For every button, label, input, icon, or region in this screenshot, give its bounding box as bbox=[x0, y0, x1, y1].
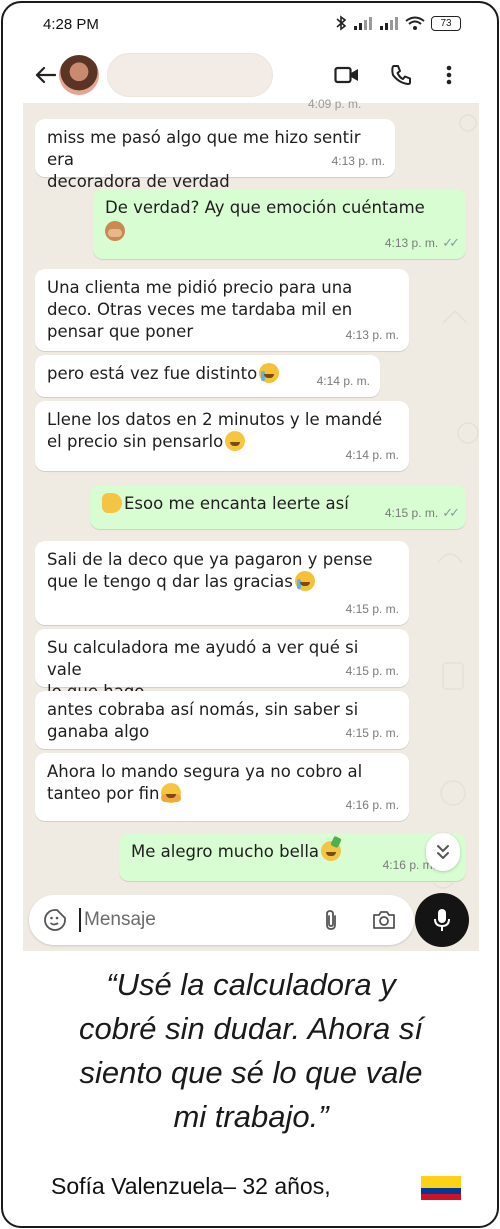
mic-icon bbox=[434, 909, 450, 931]
hugging-face-icon bbox=[161, 783, 182, 803]
video-call-button[interactable] bbox=[333, 61, 361, 89]
partying-face-icon bbox=[321, 841, 342, 861]
message-incoming[interactable]: Sali de la deco que ya pagaron y pense q… bbox=[35, 541, 409, 625]
signal-icon bbox=[354, 17, 372, 30]
face-with-hand-over-mouth-icon bbox=[225, 431, 246, 451]
message-text: Sali de la deco que ya pagaron y pense q… bbox=[47, 550, 373, 591]
camera-icon bbox=[373, 911, 395, 929]
phone-call-icon bbox=[391, 65, 411, 85]
testimonial-quote: “Usé la calculadora y cobré sin dudar. A… bbox=[78, 967, 424, 1134]
message-text: pero está vez fue distinto bbox=[47, 364, 258, 383]
message-time: 4:13 p. m. ✓✓ bbox=[384, 232, 460, 254]
camera-button[interactable] bbox=[372, 908, 396, 932]
message-incoming[interactable]: Una clienta me pidió precio para una dec… bbox=[35, 269, 409, 351]
message-incoming[interactable]: Ahora lo mando segura ya no cobro al tan… bbox=[35, 753, 409, 821]
cut-off-timestamp: 4:09 p. m. bbox=[308, 97, 362, 111]
message-input[interactable] bbox=[84, 905, 304, 935]
message-time: 4:16 p. m. bbox=[345, 798, 399, 812]
clapping-hands-icon bbox=[102, 493, 122, 513]
loudly-crying-face-icon bbox=[259, 363, 280, 383]
message-text: Esoo me encanta leerte así bbox=[124, 494, 349, 513]
testimonial-card: 4:28 PM 73 4:09 p. m. miss me pasó algo … bbox=[1, 1, 499, 1228]
video-call-icon bbox=[334, 66, 358, 84]
back-arrow-icon bbox=[35, 66, 56, 84]
scroll-to-bottom-button[interactable] bbox=[426, 833, 460, 871]
message-outgoing[interactable]: Esoo me encanta leerte así 4:15 p. m. ✓✓ bbox=[90, 485, 466, 529]
bluetooth-icon bbox=[336, 15, 347, 31]
status-bar: 4:28 PM 73 bbox=[23, 3, 479, 47]
status-time: 4:28 PM bbox=[43, 16, 99, 33]
message-text: De verdad? Ay que emoción cuéntame bbox=[105, 198, 425, 217]
message-time: 4:15 p. m. bbox=[345, 664, 399, 678]
message-time: 4:14 p. m. bbox=[316, 374, 370, 388]
message-text: antes cobraba así nomás, sin saber si ga… bbox=[47, 700, 359, 741]
back-button[interactable] bbox=[31, 61, 59, 89]
message-time: 4:13 p. m. bbox=[331, 154, 385, 168]
attach-button[interactable] bbox=[319, 908, 343, 932]
sticker-button[interactable] bbox=[43, 908, 67, 932]
phone-screenshot: 4:28 PM 73 4:09 p. m. miss me pasó algo … bbox=[23, 3, 479, 951]
status-icons: 73 bbox=[335, 15, 461, 31]
contact-name[interactable] bbox=[107, 53, 273, 97]
colombia-flag-icon bbox=[421, 1176, 461, 1200]
loudly-crying-face-icon bbox=[294, 571, 315, 591]
message-time: 4:14 p. m. bbox=[345, 448, 399, 462]
avatar[interactable] bbox=[59, 55, 99, 95]
message-time-text: 4:13 p. m. bbox=[384, 236, 439, 250]
more-vert-icon bbox=[446, 65, 452, 85]
wifi-icon bbox=[405, 16, 425, 30]
battery-indicator: 73 bbox=[431, 15, 461, 31]
read-receipt-icon: ✓✓ bbox=[442, 505, 460, 520]
see-no-evil-monkey-icon bbox=[105, 221, 125, 241]
message-incoming[interactable]: antes cobraba así nomás, sin saber si ga… bbox=[35, 691, 409, 749]
message-text: Ahora lo mando segura ya no cobro al tan… bbox=[47, 762, 363, 803]
message-time: 4:15 p. m. bbox=[345, 602, 399, 616]
message-incoming[interactable]: pero está vez fue distinto 4:14 p. m. bbox=[35, 355, 380, 397]
read-receipt-icon: ✓✓ bbox=[442, 235, 460, 250]
text-cursor bbox=[79, 908, 81, 932]
chat-header bbox=[23, 47, 479, 103]
double-chevron-down-icon bbox=[437, 845, 449, 859]
message-text: Llene los datos en 2 minutos y le mandé … bbox=[47, 410, 383, 451]
voice-message-button[interactable] bbox=[415, 893, 469, 947]
signal-icon bbox=[380, 17, 398, 30]
more-options-button[interactable] bbox=[435, 61, 463, 89]
testimonial-author: Sofía Valenzuela– 32 años, bbox=[51, 1173, 331, 1199]
sticker-icon bbox=[44, 909, 66, 931]
message-incoming[interactable]: Llene los datos en 2 minutos y le mandé … bbox=[35, 401, 409, 471]
message-text: Una clienta me pidió precio para una dec… bbox=[47, 278, 353, 341]
attach-icon bbox=[326, 910, 336, 930]
message-composer bbox=[29, 895, 414, 945]
message-incoming[interactable]: miss me pasó algo que me hizo sentir era… bbox=[35, 119, 395, 191]
message-time-text: 4:15 p. m. bbox=[384, 506, 439, 520]
message-time: 4:15 p. m. ✓✓ bbox=[384, 502, 460, 524]
voice-call-button[interactable] bbox=[387, 61, 415, 89]
message-time: 4:15 p. m. bbox=[345, 726, 399, 740]
message-time: 4:13 p. m. bbox=[345, 328, 399, 342]
message-outgoing[interactable]: Me alegro mucho bella 4:16 p. m. bbox=[119, 833, 466, 881]
message-text: Me alegro mucho bella bbox=[131, 842, 320, 861]
message-outgoing[interactable]: De verdad? Ay que emoción cuéntame 4:13 … bbox=[93, 189, 466, 259]
message-incoming[interactable]: Su calculadora me ayudó a ver qué si val… bbox=[35, 629, 409, 701]
